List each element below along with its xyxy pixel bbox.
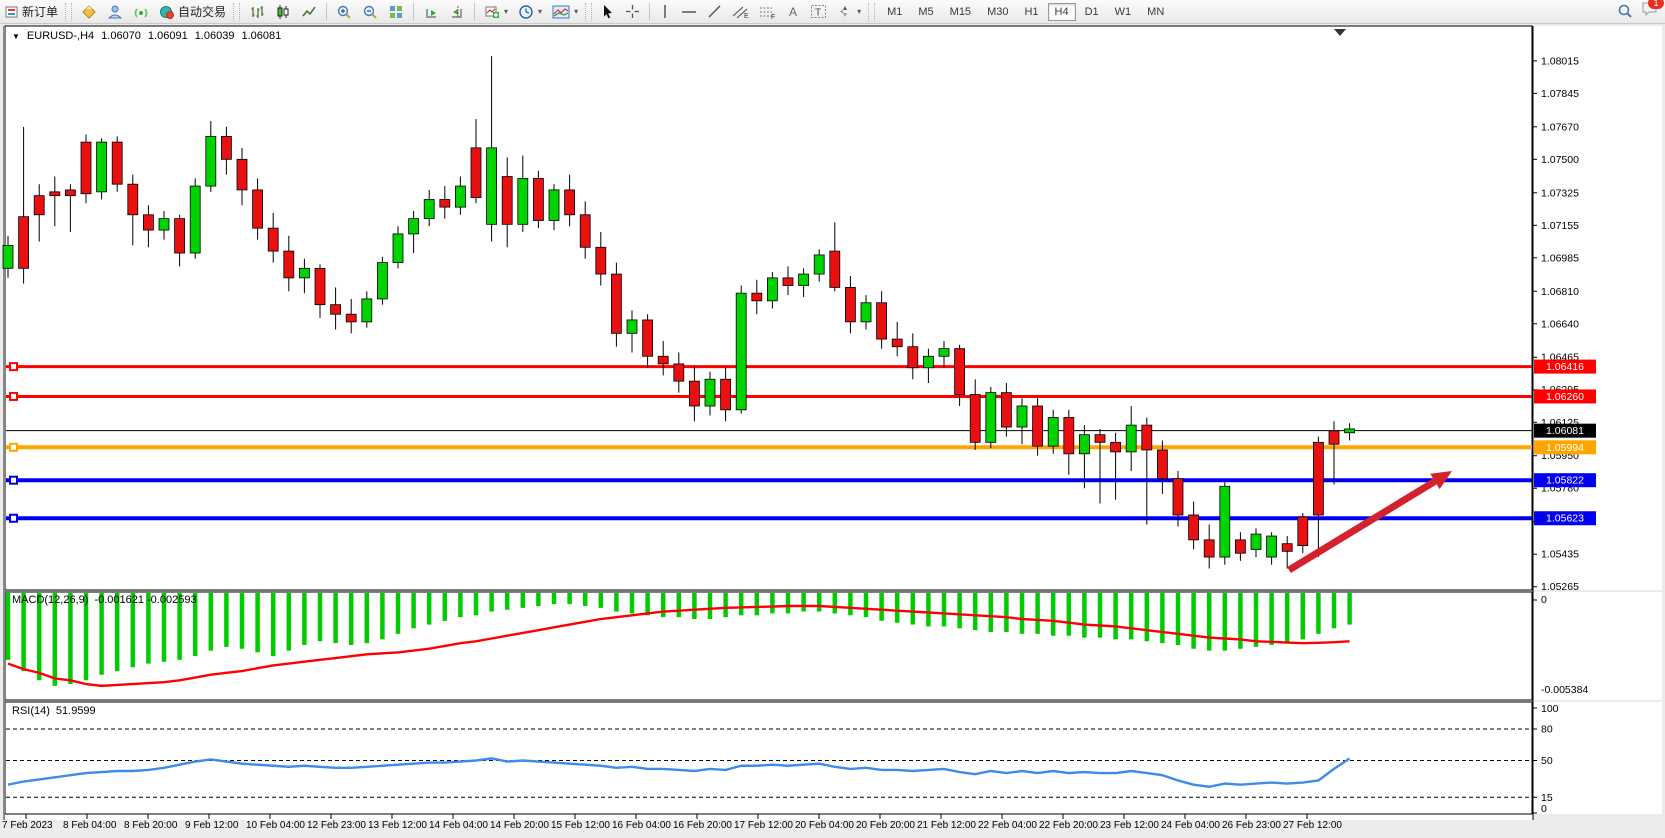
svg-text:0: 0 xyxy=(1541,594,1547,606)
quote-close: 1.06081 xyxy=(241,30,281,42)
svg-text:12 Feb 23:00: 12 Feb 23:00 xyxy=(307,820,366,831)
svg-text:1.05265: 1.05265 xyxy=(1541,581,1579,593)
svg-text:1.07845: 1.07845 xyxy=(1541,88,1579,100)
svg-text:100: 100 xyxy=(1541,703,1559,715)
svg-text:23 Feb 12:00: 23 Feb 12:00 xyxy=(1100,820,1159,831)
svg-text:1.06640: 1.06640 xyxy=(1541,318,1579,330)
svg-text:27 Feb 12:00: 27 Feb 12:00 xyxy=(1283,820,1342,831)
macd-title: MACD(12,26,9) xyxy=(12,594,88,606)
svg-text:1.05435: 1.05435 xyxy=(1541,549,1579,561)
rsi-title: RSI(14) xyxy=(12,705,50,717)
quote-low: 1.06039 xyxy=(195,30,235,42)
svg-text:-0.005384: -0.005384 xyxy=(1541,684,1588,696)
svg-text:20 Feb 04:00: 20 Feb 04:00 xyxy=(795,820,854,831)
symbol-period-label: EURUSD-,H4 xyxy=(27,30,94,42)
svg-text:13 Feb 12:00: 13 Feb 12:00 xyxy=(368,820,427,831)
svg-text:14 Feb 04:00: 14 Feb 04:00 xyxy=(429,820,488,831)
svg-text:1.07325: 1.07325 xyxy=(1541,187,1579,199)
svg-text:1.08015: 1.08015 xyxy=(1541,55,1579,67)
svg-text:1.05822: 1.05822 xyxy=(1546,475,1584,487)
svg-text:15: 15 xyxy=(1541,792,1553,804)
svg-text:1.06810: 1.06810 xyxy=(1541,286,1579,298)
svg-text:24 Feb 04:00: 24 Feb 04:00 xyxy=(1161,820,1220,831)
rsi-value: 51.9599 xyxy=(56,705,96,717)
svg-text:15 Feb 12:00: 15 Feb 12:00 xyxy=(551,820,610,831)
svg-text:1.05994: 1.05994 xyxy=(1546,442,1584,454)
svg-text:1.07500: 1.07500 xyxy=(1541,154,1579,166)
svg-text:22 Feb 20:00: 22 Feb 20:00 xyxy=(1039,820,1098,831)
svg-text:10 Feb 04:00: 10 Feb 04:00 xyxy=(246,820,305,831)
svg-text:9 Feb 12:00: 9 Feb 12:00 xyxy=(185,820,239,831)
quote-high: 1.06091 xyxy=(148,30,188,42)
svg-text:20 Feb 20:00: 20 Feb 20:00 xyxy=(856,820,915,831)
svg-text:8 Feb 20:00: 8 Feb 20:00 xyxy=(124,820,178,831)
svg-text:80: 80 xyxy=(1541,724,1553,736)
macd-values: -0.001621 -0.002593 xyxy=(94,594,196,606)
svg-text:1.06416: 1.06416 xyxy=(1546,361,1584,373)
svg-text:22 Feb 04:00: 22 Feb 04:00 xyxy=(978,820,1037,831)
rsi-indicator-label: RSI(14) 51.9599 xyxy=(12,705,96,717)
svg-text:7 Feb 2023: 7 Feb 2023 xyxy=(2,820,53,831)
chevron-down-icon[interactable]: ▼ xyxy=(12,32,20,41)
svg-text:1.06081: 1.06081 xyxy=(1546,425,1584,437)
svg-text:1.06985: 1.06985 xyxy=(1541,252,1579,264)
svg-text:16 Feb 20:00: 16 Feb 20:00 xyxy=(673,820,732,831)
macd-indicator-label: MACD(12,26,9) -0.001621 -0.002593 xyxy=(12,594,197,606)
chart-canvas[interactable]: 1.08015 1.07845 1.07670 1.07500 1.07325 1.071… xyxy=(0,0,1665,838)
mt4-terminal: { "toolbar": { "new_order": "新订单", "auto… xyxy=(0,0,1665,838)
svg-text:1.05623: 1.05623 xyxy=(1546,513,1584,525)
svg-text:16 Feb 04:00: 16 Feb 04:00 xyxy=(612,820,671,831)
svg-text:8 Feb 04:00: 8 Feb 04:00 xyxy=(63,820,117,831)
svg-text:21 Feb 12:00: 21 Feb 12:00 xyxy=(917,820,976,831)
svg-text:1.06260: 1.06260 xyxy=(1546,391,1584,403)
chart-symbol-header[interactable]: ▼ EURUSD-,H4 1.06070 1.06091 1.06039 1.0… xyxy=(12,30,281,42)
svg-text:50: 50 xyxy=(1541,755,1553,767)
svg-text:1.07155: 1.07155 xyxy=(1541,220,1579,232)
svg-text:1.07670: 1.07670 xyxy=(1541,121,1579,133)
svg-text:17 Feb 12:00: 17 Feb 12:00 xyxy=(734,820,793,831)
svg-text:26 Feb 23:00: 26 Feb 23:00 xyxy=(1222,820,1281,831)
quote-open: 1.06070 xyxy=(101,30,141,42)
svg-text:0: 0 xyxy=(1541,803,1547,815)
svg-text:14 Feb 20:00: 14 Feb 20:00 xyxy=(490,820,549,831)
